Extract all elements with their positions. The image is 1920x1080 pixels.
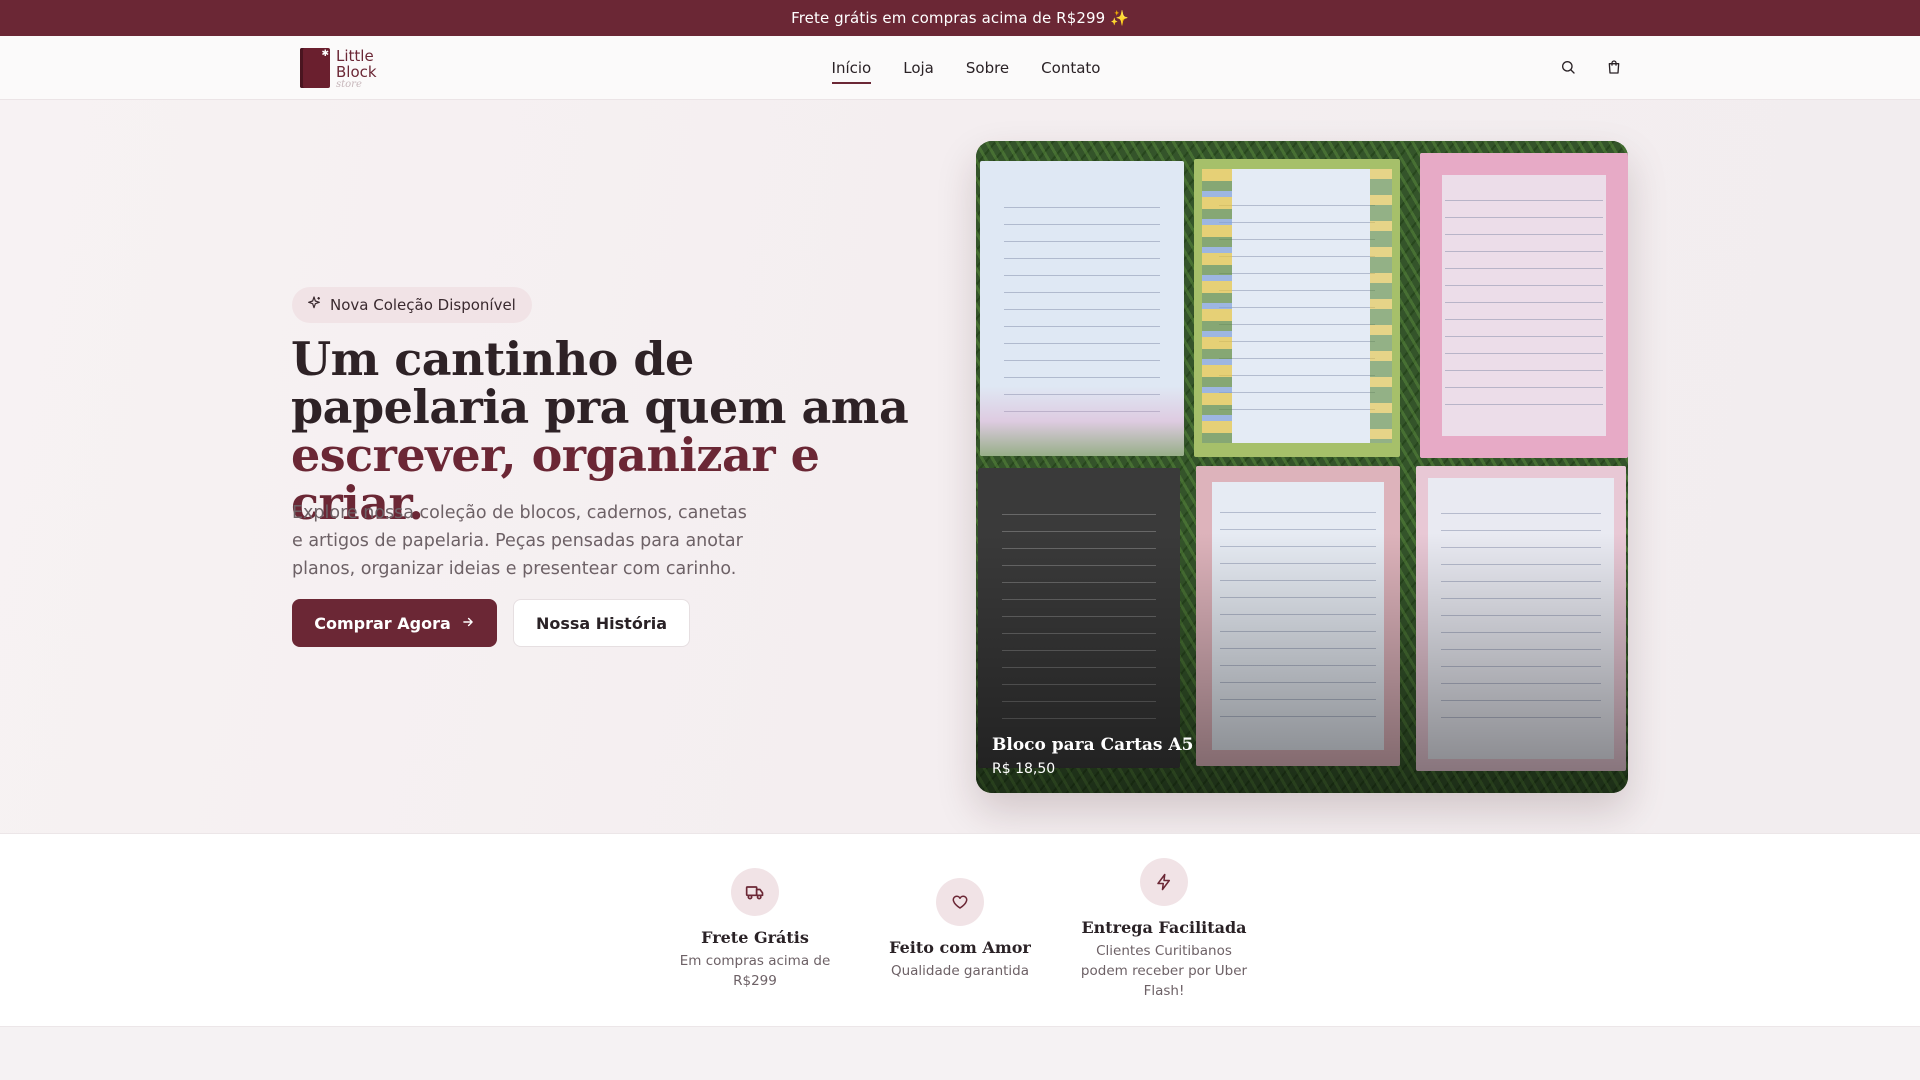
our-story-label: Nossa História	[535, 613, 667, 633]
stationery-sheet-wildflowers	[980, 161, 1184, 456]
nav-inicio[interactable]: Início	[831, 55, 871, 84]
features-section: Frete Grátis Em compras acima de R$299 F…	[0, 833, 1920, 1027]
our-story-button[interactable]: Nossa História	[513, 599, 690, 647]
feature-description: Em compras acima de R$299	[679, 953, 831, 989]
shop-now-label: Comprar Agora	[314, 613, 451, 633]
product-name: Bloco para Cartas A5	[992, 735, 1194, 755]
feature-made-with-love: Feito com Amor Qualidade garantida	[870, 878, 1050, 981]
next-section	[0, 1027, 1920, 1080]
new-collection-badge: Nova Coleção Disponível	[292, 287, 532, 323]
featured-product-card[interactable]: Bloco para Cartas A5 R$ 18,50	[976, 141, 1628, 793]
truck-icon	[731, 868, 779, 916]
feature-free-shipping: Frete Grátis Em compras acima de R$299	[665, 868, 845, 991]
headline-main: Um cantinho de papelaria pra quem ama	[291, 332, 909, 434]
feature-title: Entrega Facilitada	[1081, 918, 1247, 937]
header-actions	[1557, 56, 1625, 78]
feature-easy-delivery: Entrega Facilitada Clientes Curitibanos …	[1074, 858, 1254, 1001]
nav-loja[interactable]: Loja	[903, 55, 934, 81]
badge-label: Nova Coleção Disponível	[330, 296, 516, 314]
main-nav: Início Loja Sobre Contato	[0, 36, 1920, 100]
feature-description: Qualidade garantida	[890, 963, 1030, 979]
shop-now-button[interactable]: Comprar Agora	[292, 599, 497, 647]
lightning-icon	[1140, 858, 1188, 906]
sparkle-icon	[306, 295, 322, 315]
heart-icon	[936, 878, 984, 926]
hero-section: Nova Coleção Disponível Um cantinho de p…	[0, 100, 1920, 833]
shopping-bag-icon[interactable]	[1603, 56, 1625, 78]
promo-bar: Frete grátis em compras acima de R$299 ✨	[0, 0, 1920, 36]
nav-sobre[interactable]: Sobre	[966, 55, 1009, 81]
product-price: R$ 18,50	[992, 761, 1056, 777]
hero-description: Explore nossa coleção de blocos, caderno…	[292, 503, 747, 579]
feature-title: Feito com Amor	[889, 938, 1031, 957]
feature-title: Frete Grátis	[701, 928, 809, 947]
promo-text: Frete grátis em compras acima de R$299 ✨	[791, 9, 1129, 27]
arrow-right-icon	[461, 614, 475, 633]
stationery-sheet-magnolias	[1420, 153, 1628, 458]
feature-description: Clientes Curitibanos podem receber por U…	[1080, 943, 1248, 999]
search-icon[interactable]	[1557, 56, 1579, 78]
stationery-sheet-lemons	[1194, 159, 1400, 457]
nav-contato[interactable]: Contato	[1041, 55, 1100, 81]
site-header: ✱ Little Block store Início Loja Sobre C…	[0, 36, 1920, 100]
